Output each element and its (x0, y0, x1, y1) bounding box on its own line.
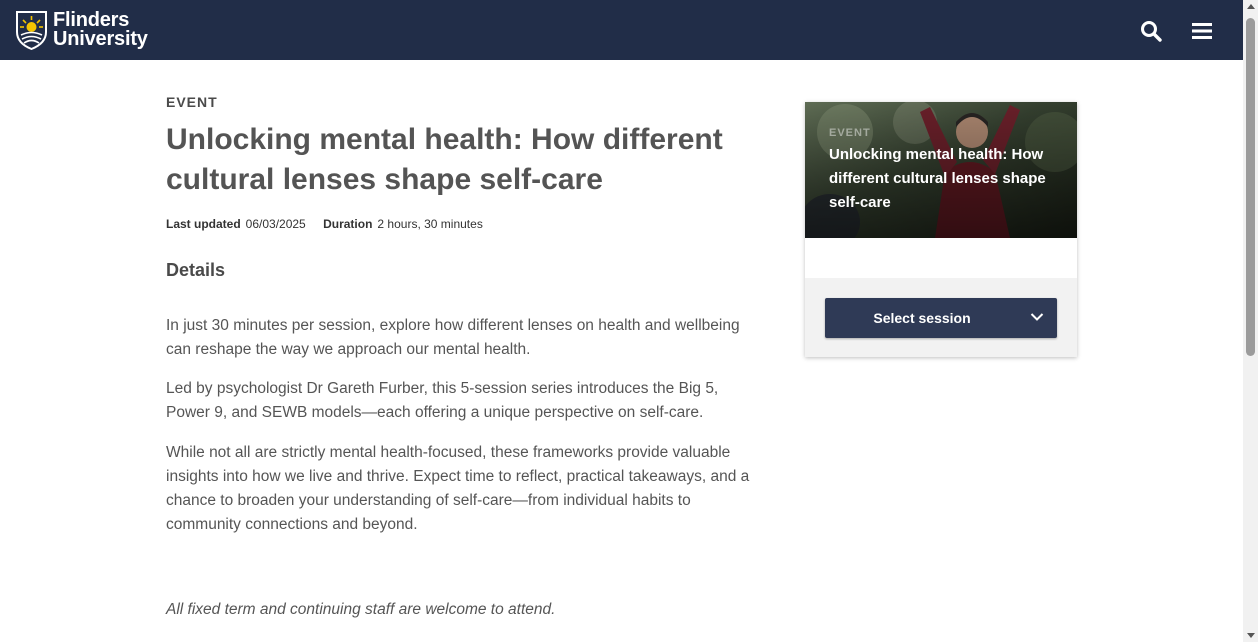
details-paragraph: While not all are strictly mental health… (166, 444, 750, 533)
search-icon[interactable] (1140, 20, 1162, 42)
duration-value: 2 hours, 30 minutes (377, 217, 483, 231)
last-updated-label: Last updated (166, 217, 241, 231)
flinders-logo[interactable]: Flinders University (15, 10, 148, 50)
card-actions: Select session (805, 278, 1077, 357)
scrollbar-thumb[interactable] (1246, 18, 1255, 356)
vertical-scrollbar[interactable] (1243, 0, 1258, 642)
scroll-up-arrow-icon[interactable] (1247, 4, 1255, 9)
last-updated-value: 06/03/2025 (245, 217, 306, 231)
attendance-note: All fixed term and continuing staff are … (166, 601, 556, 618)
event-eyebrow: EVENT (166, 94, 218, 110)
details-heading: Details (166, 260, 226, 280)
card-title: Unlocking mental health: How different c… (829, 146, 1046, 211)
chevron-down-icon (1030, 313, 1044, 321)
details-paragraph: Led by psychologist Dr Gareth Furber, th… (166, 380, 719, 421)
select-session-label: Select session (873, 310, 971, 326)
event-summary-card: EVENT Unlocking mental health: How diffe… (805, 102, 1077, 357)
site-header: Flinders University (0, 0, 1243, 60)
event-meta: Last updated 06/03/2025 Duration 2 hours, … (166, 217, 497, 231)
logo-wordmark: Flinders University (53, 10, 148, 50)
card-eyebrow: EVENT (829, 127, 871, 139)
hamburger-menu-icon[interactable] (1192, 22, 1212, 40)
university-crest-icon (16, 11, 47, 50)
details-paragraph: In just 30 minutes per session, explore … (166, 317, 740, 358)
duration-label: Duration (323, 217, 373, 231)
page-title: Unlocking mental health: How different c… (166, 123, 723, 196)
select-session-dropdown[interactable]: Select session (825, 298, 1057, 338)
scroll-down-arrow-icon[interactable] (1247, 633, 1255, 638)
logo-line-2: University (53, 28, 148, 50)
event-banner-image: EVENT Unlocking mental health: How diffe… (805, 102, 1077, 238)
